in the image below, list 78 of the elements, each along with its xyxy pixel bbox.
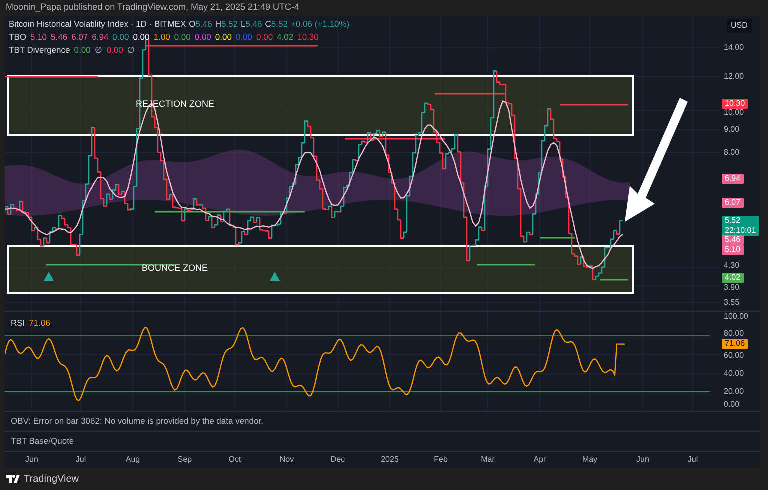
- time-label: Aug: [126, 455, 140, 465]
- indicator-value: 0.00: [215, 32, 232, 43]
- pane-caption: OBV: Error on bar 3062: No volume is provided by the data vendor.: [11, 415, 264, 428]
- time-label: Jul: [688, 455, 698, 465]
- price-tag-value: 5.10: [725, 245, 741, 255]
- symbol-title: Bitcoin Historical Volatility Index · 1D · BITMEX: [9, 19, 186, 30]
- price-tick: 12.00: [724, 72, 744, 82]
- indicator-value: 0.00: [194, 32, 212, 43]
- time-label: Nov: [280, 455, 294, 465]
- rsi-tick: 0.00: [724, 400, 740, 410]
- time-label: 2025: [381, 455, 399, 465]
- time-label: May: [582, 455, 598, 465]
- time-label: Mar: [481, 455, 495, 465]
- countdown-timer: 22:10:01: [725, 226, 756, 236]
- price-tag-value: 6.94: [725, 174, 741, 184]
- price-tick: 3.90: [724, 283, 740, 293]
- rsi-tick: 40.00: [724, 369, 744, 379]
- indicator-name: RSI: [11, 317, 26, 330]
- logo-icon: [6, 475, 20, 483]
- time-label: Dec: [330, 455, 346, 465]
- time-label: Oct: [228, 455, 242, 465]
- indicator-value: 5.10: [30, 32, 48, 43]
- indicator-value: 4.02: [277, 32, 294, 43]
- price-tick: 4.30: [724, 261, 740, 271]
- price-tag-value: 4.02: [725, 273, 741, 283]
- indicator-value: 1.00: [154, 32, 170, 43]
- indicator-value: 0.00: [112, 32, 130, 43]
- indicator-value: 5.46: [51, 32, 68, 43]
- price-change: +0.06 (+1.10%): [290, 19, 350, 30]
- pane-caption: TBT Base/Quote: [11, 435, 74, 448]
- indicator-value: ∅: [127, 45, 136, 56]
- ohlc-label: O: [189, 19, 196, 30]
- time-label: Sep: [178, 455, 192, 465]
- ohlc-value: 5.46: [246, 19, 262, 30]
- brand-name: TradingView: [24, 472, 80, 486]
- time-label: Jun: [636, 455, 650, 465]
- ohlc-value: 5.52: [221, 19, 238, 30]
- up-triangle-icon: [44, 272, 54, 281]
- indicator-value: 0.00: [174, 32, 191, 43]
- zone-label: BOUNCE ZONE: [142, 264, 208, 273]
- rsi-tick: 80.00: [724, 329, 744, 339]
- time-label: Jun: [26, 455, 38, 465]
- indicator-value: 10.30: [298, 32, 319, 43]
- time-label: Feb: [434, 455, 448, 465]
- price-tick: 9.00: [724, 125, 740, 135]
- indicator-value: 0.00: [133, 32, 150, 43]
- rsi-tick: 60.00: [724, 351, 744, 361]
- indicator-value: 71.06: [29, 317, 50, 330]
- time-label: Apr: [534, 455, 546, 465]
- indicator-value: 6.07: [72, 32, 88, 43]
- indicator-value: 0.00: [236, 32, 252, 43]
- price-tag-value: 5.52: [725, 216, 742, 226]
- price-tag-value: 6.07: [725, 198, 741, 208]
- ohlc-value: 5.46: [196, 19, 212, 30]
- currency-badge[interactable]: USD: [727, 19, 752, 33]
- price-tag: 71.06: [722, 339, 748, 349]
- ohlc-label: L: [241, 19, 246, 30]
- price-tick: 10.00: [724, 108, 744, 118]
- indicator-value: 0.00: [74, 45, 91, 56]
- ohlc-label: C: [265, 19, 272, 30]
- indicator-value: 0.00: [106, 45, 124, 56]
- indicator-value: ∅: [94, 45, 103, 56]
- indicator-name: TBO: [9, 32, 26, 43]
- up-triangle-icon: [270, 272, 280, 281]
- price-tick: 14.00: [724, 43, 744, 53]
- price-tag-value: 10.30: [725, 99, 746, 109]
- price-tick: 3.55: [724, 298, 740, 308]
- price-tag-value: 5.46: [725, 235, 741, 245]
- rsi-tick: 20.00: [724, 387, 744, 397]
- rsi-tick: 100.00: [724, 312, 748, 322]
- ohlc-label: H: [215, 19, 222, 30]
- time-label: Jul: [76, 455, 86, 465]
- indicator-value: 0.00: [256, 32, 274, 43]
- price-tick: 8.00: [724, 148, 740, 158]
- indicator-value: 6.94: [92, 32, 109, 43]
- publisher-caption: Moonin_Papa published on TradingView.com, May 21, 2025 21:49 UTC-4: [6, 1, 300, 14]
- ohlc-value: 5.52: [271, 19, 288, 30]
- indicator-name: TBT Divergence: [9, 45, 70, 56]
